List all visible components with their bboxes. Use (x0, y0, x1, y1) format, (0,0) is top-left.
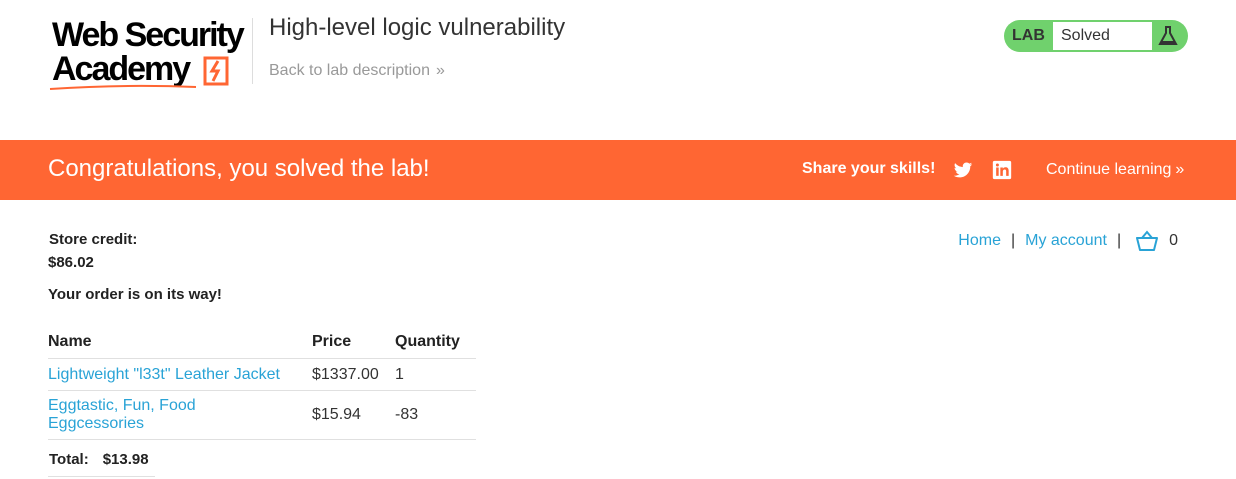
header-divider (252, 18, 253, 84)
top-navigation: Home | My account | 0 (958, 230, 1178, 252)
table-header-row: Name Price Quantity (48, 326, 476, 359)
order-table: Name Price Quantity Lightweight "l33t" L… (48, 326, 476, 440)
column-header-quantity: Quantity (395, 333, 460, 350)
congratulations-message: Congratulations, you solved the lab! (48, 155, 430, 182)
lab-title: High-level logic vulnerability (269, 14, 566, 41)
store-credit-value: $86.02 (48, 254, 94, 271)
product-quantity: -83 (395, 390, 476, 440)
logo-line-2: Academy (52, 50, 191, 88)
continue-learning-label: Continue learning (1046, 161, 1172, 178)
table-row: Lightweight "l33t" Leather Jacket $1337.… (48, 358, 476, 391)
flask-icon (1158, 26, 1178, 45)
nav-separator: | (1010, 232, 1016, 249)
logo-line-1: Web Security (52, 16, 245, 54)
table-row: Eggtastic, Fun, Food Eggcessories $15.94… (48, 390, 476, 440)
lab-tag: LAB (1012, 27, 1045, 44)
back-link-label: Back to lab description (269, 62, 430, 79)
product-name-cell: Eggtastic, Fun, Food Eggcessories (48, 390, 312, 440)
share-skills-label: Share your skills! (802, 160, 936, 177)
back-to-lab-description-link[interactable]: Back to lab description » (269, 62, 445, 80)
lab-status-text: Solved (1061, 27, 1110, 44)
twitter-icon[interactable] (953, 160, 973, 180)
product-price: $15.94 (312, 390, 395, 440)
my-account-link[interactable]: My account (1025, 232, 1107, 250)
product-price: $1337.00 (312, 358, 395, 391)
product-link[interactable]: Eggtastic, Fun, Food Eggcessories (48, 397, 196, 432)
cart-count: 0 (1169, 232, 1178, 249)
lab-status-box: Solved (1053, 22, 1152, 50)
column-header-name: Name (48, 333, 92, 350)
bolt-icon (203, 56, 229, 86)
logo-underline (49, 84, 197, 90)
column-header-price: Price (312, 333, 352, 350)
product-link[interactable]: Lightweight "l33t" Leather Jacket (48, 366, 280, 383)
continue-learning-link[interactable]: Continue learning» (1046, 161, 1184, 179)
nav-separator: | (1116, 232, 1122, 249)
home-link[interactable]: Home (958, 232, 1001, 250)
total-label: Total: (49, 451, 89, 468)
store-credit-label: Store credit: (49, 231, 138, 248)
product-name-cell: Lightweight "l33t" Leather Jacket (48, 358, 312, 391)
product-quantity: 1 (395, 358, 476, 391)
order-confirmation-message: Your order is on its way! (48, 286, 222, 303)
solved-banner: Congratulations, you solved the lab! Sha… (0, 140, 1236, 200)
linkedin-icon[interactable] (992, 160, 1012, 180)
web-security-academy-logo[interactable]: Web Security Academy (48, 18, 248, 92)
total-value: $13.98 (102, 451, 149, 468)
lab-status-badge: LAB Solved (1004, 20, 1188, 52)
header: Web Security Academy High-level logic vu… (0, 0, 1236, 140)
order-total: Total: $13.98 (48, 447, 155, 477)
cart-icon[interactable] (1135, 230, 1159, 252)
chevron-right-icon: » (1175, 161, 1185, 178)
chevron-right-icon: » (435, 62, 445, 79)
